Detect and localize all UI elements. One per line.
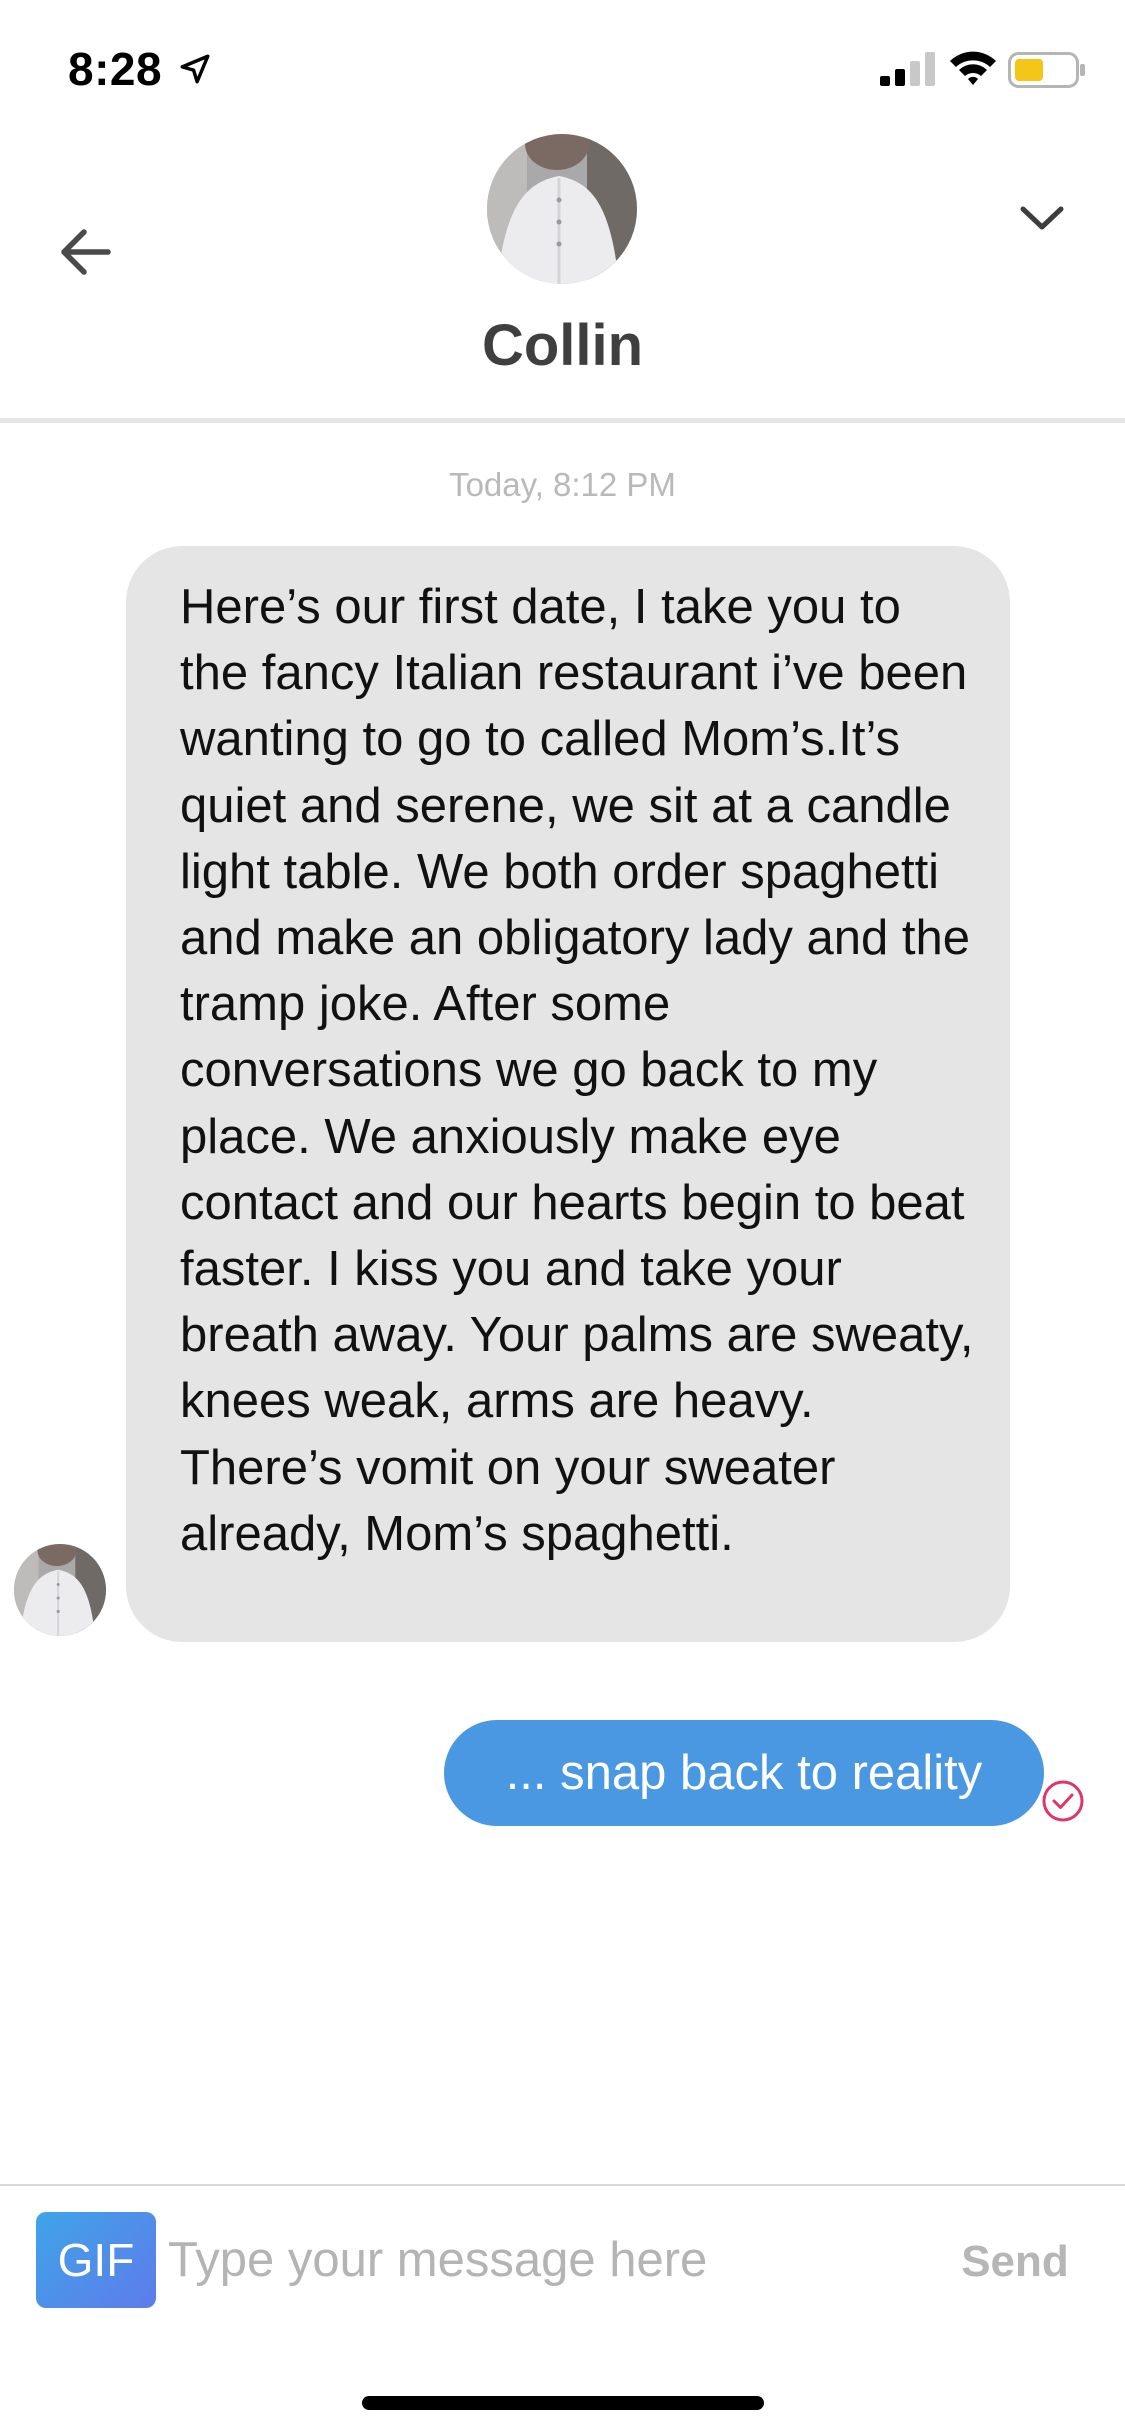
header-divider [0, 418, 1125, 423]
contact-avatar[interactable] [487, 134, 637, 284]
person-photo-icon [487, 134, 637, 284]
chevron-down-button[interactable] [1006, 182, 1078, 254]
contact-name[interactable]: Collin [0, 312, 1125, 379]
back-button[interactable] [50, 216, 122, 288]
gif-button[interactable]: GIF [36, 2212, 156, 2308]
person-photo-icon [14, 1544, 106, 1636]
message-input[interactable] [168, 2214, 928, 2306]
cellular-signal-icon [880, 52, 935, 86]
status-time: 8:28 [68, 43, 163, 95]
chevron-down-icon [1020, 206, 1064, 230]
incoming-message-text: Here’s our first date, I take you to the… [180, 580, 974, 1561]
incoming-message-bubble[interactable]: Here’s our first date, I take you to the… [126, 546, 1010, 1642]
check-circle-icon [1042, 1780, 1084, 1822]
outgoing-message-text: ... snap back to reality [505, 1746, 983, 1800]
wifi-icon [950, 51, 996, 85]
outgoing-message-bubble[interactable]: ... snap back to reality [444, 1720, 1044, 1826]
battery-icon [1008, 52, 1085, 88]
conversation-header: Collin [0, 120, 1125, 422]
send-button[interactable]: Send [940, 2222, 1090, 2302]
message-timestamp: Today, 8:12 PM [449, 466, 676, 503]
composer-divider [0, 2184, 1125, 2186]
sender-avatar[interactable] [14, 1544, 106, 1636]
status-bar: 8:28 [0, 0, 1125, 140]
arrow-left-icon [61, 229, 111, 275]
home-indicator[interactable] [362, 2396, 764, 2410]
location-arrow-icon [180, 54, 210, 84]
